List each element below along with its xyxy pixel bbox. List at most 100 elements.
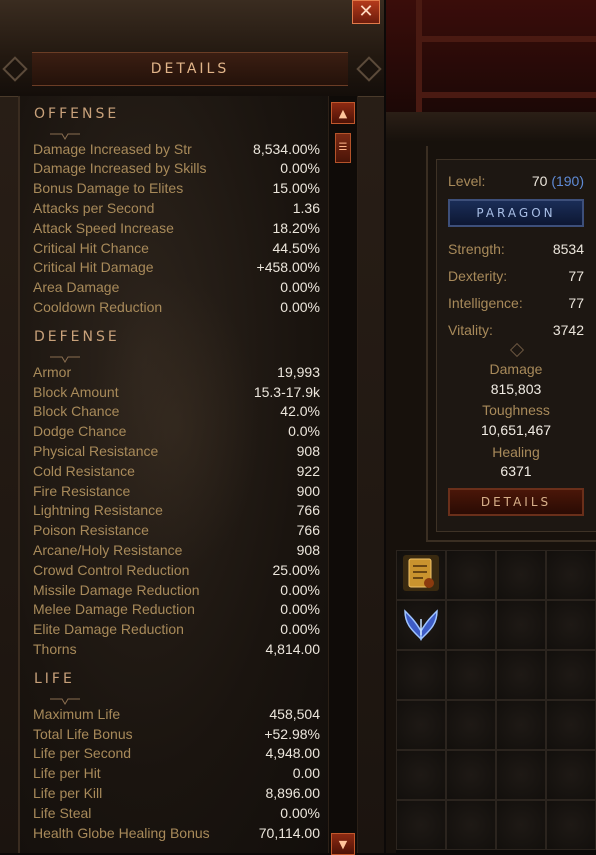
stat-value: 0.00% xyxy=(280,621,320,638)
stats-scroll-area[interactable]: OFFENSE Damage Increased by Str 8,534.00% D… xyxy=(18,96,330,853)
details-button[interactable]: DETAILS xyxy=(448,488,584,516)
stat-value: 0.00% xyxy=(280,804,320,821)
stat-label: Critical Hit Chance xyxy=(33,239,149,256)
stat-value: 8,534.00% xyxy=(253,140,320,157)
section-title-offense: OFFENSE xyxy=(34,106,120,122)
scroll-down-button[interactable]: ▼ xyxy=(331,833,355,855)
inventory-slot[interactable] xyxy=(496,600,546,650)
inventory-slot[interactable] xyxy=(546,650,596,700)
inventory-slot[interactable] xyxy=(446,600,496,650)
stat-value: 4,948.00 xyxy=(265,745,321,762)
attribute-label-dexterity: Dexterity: xyxy=(448,268,508,284)
inventory-slot[interactable] xyxy=(396,750,446,800)
scroll-icon xyxy=(399,551,443,599)
inventory-slot[interactable] xyxy=(446,750,496,800)
inventory-slot[interactable] xyxy=(546,550,596,600)
inventory-slot[interactable] xyxy=(496,550,546,600)
stat-label: Fire Resistance xyxy=(33,482,131,499)
stat-row: Fire Resistance 900 xyxy=(33,481,320,500)
close-icon: ✕ xyxy=(358,1,374,22)
inventory-slot[interactable] xyxy=(396,700,446,750)
inventory-slot[interactable] xyxy=(546,700,596,750)
stained-glass-frame xyxy=(386,0,596,114)
scroll-up-button[interactable]: ▲ xyxy=(331,102,355,124)
attribute-label-intelligence: Intelligence: xyxy=(448,295,523,311)
healing-label: Healing xyxy=(492,444,540,460)
stat-row: Life per Second 4,948.00 xyxy=(33,744,320,763)
paragon-level: (190) xyxy=(551,173,584,189)
inventory-slot[interactable] xyxy=(396,550,446,600)
stat-label: Health Globe Healing Bonus xyxy=(33,824,210,841)
stat-value: 922 xyxy=(296,462,320,479)
inventory-slot[interactable] xyxy=(396,800,446,850)
stat-row: Maximum Life 458,504 xyxy=(33,704,320,723)
stat-row: Cooldown Reduction 0.00% xyxy=(33,297,320,316)
stat-row: Total Life Bonus +52.98% xyxy=(33,724,320,743)
stat-row: Armor 19,993 xyxy=(33,362,320,381)
grip-icon: ☰ xyxy=(338,142,348,153)
attribute-value-dexterity: 77 xyxy=(568,268,584,284)
stat-label: Arcane/Holy Resistance xyxy=(33,541,183,558)
scrollbar[interactable]: ▲ ☰ ▼ xyxy=(328,96,358,855)
section-divider-ornament xyxy=(50,126,80,140)
panel-title: DETAILS xyxy=(150,61,230,77)
details-banner: DETAILS xyxy=(32,52,348,86)
stat-label: Elite Damage Reduction xyxy=(33,621,184,638)
stat-row: Cold Resistance 922 xyxy=(33,461,320,480)
stat-row: Health Globe Healing Bonus 70,114.00 xyxy=(33,823,320,842)
stat-label: Cold Resistance xyxy=(33,462,135,479)
scroll-thumb[interactable]: ☰ xyxy=(335,133,351,163)
inventory-grid xyxy=(396,550,596,853)
inventory-slot[interactable] xyxy=(496,750,546,800)
stat-value: 0.00% xyxy=(280,279,320,296)
level-number: 70 xyxy=(531,173,548,189)
stat-value: 1.36 xyxy=(292,199,320,216)
stat-row: Life per Hit 0.00 xyxy=(33,764,320,783)
stat-value: 0.0% xyxy=(288,423,320,440)
stat-label: Poison Resistance xyxy=(33,522,149,539)
inventory-slot[interactable] xyxy=(546,800,596,850)
stat-row: Damage Increased by Str 8,534.00% xyxy=(33,139,320,158)
stat-row: Attacks per Second 1.36 xyxy=(33,198,320,217)
details-panel: DETAILS ✕ OFFENSE Damage Increased by Str… xyxy=(0,0,384,855)
inventory-slot[interactable] xyxy=(546,600,596,650)
stat-value: 0.00% xyxy=(280,581,320,598)
inventory-slot[interactable] xyxy=(496,700,546,750)
stat-label: Life per Second xyxy=(33,745,132,762)
stat-label: Life per Hit xyxy=(33,765,101,782)
stat-value: 0.00% xyxy=(280,160,320,177)
stat-value: 458,504 xyxy=(269,705,320,722)
stat-label: Physical Resistance xyxy=(33,442,159,459)
inventory-slot[interactable] xyxy=(446,650,496,700)
attribute-value-strength: 8534 xyxy=(552,241,584,257)
stat-row: Lightning Resistance 766 xyxy=(33,501,320,520)
inventory-slot[interactable] xyxy=(446,700,496,750)
inventory-slot[interactable] xyxy=(446,550,496,600)
stat-value: 766 xyxy=(296,502,320,519)
stat-label: Maximum Life xyxy=(33,705,121,722)
stat-label: Damage Increased by Skills xyxy=(33,160,207,177)
header-strip xyxy=(386,112,596,142)
stat-label: Block Amount xyxy=(33,383,119,400)
inventory-slot[interactable] xyxy=(396,650,446,700)
stat-label: Dodge Chance xyxy=(33,423,127,440)
close-button[interactable]: ✕ xyxy=(352,0,380,24)
stat-value: 766 xyxy=(296,522,320,539)
inventory-slot[interactable] xyxy=(496,800,546,850)
stat-row: Elite Damage Reduction 0.00% xyxy=(33,620,320,639)
section-title-life: LIFE xyxy=(34,671,75,688)
stat-row: Missile Damage Reduction 0.00% xyxy=(33,580,320,599)
stat-value: 0.00% xyxy=(280,298,320,315)
stat-row: Critical Hit Damage +458.00% xyxy=(33,258,320,277)
inventory-slot[interactable] xyxy=(446,800,496,850)
inventory-slot[interactable] xyxy=(546,750,596,800)
inventory-slot[interactable] xyxy=(396,600,446,650)
stat-row: Arcane/Holy Resistance 908 xyxy=(33,540,320,559)
stat-label: Life per Kill xyxy=(33,784,103,801)
arrow-down-icon: ▼ xyxy=(338,837,348,851)
paragon-button[interactable]: PARAGON xyxy=(448,199,584,227)
inventory-slot[interactable] xyxy=(496,650,546,700)
stat-label: Attack Speed Increase xyxy=(33,219,174,236)
stat-label: Block Chance xyxy=(33,403,120,420)
character-panel: Level: 70 (190) PARAGON Strength: 8534 D… xyxy=(386,0,596,853)
